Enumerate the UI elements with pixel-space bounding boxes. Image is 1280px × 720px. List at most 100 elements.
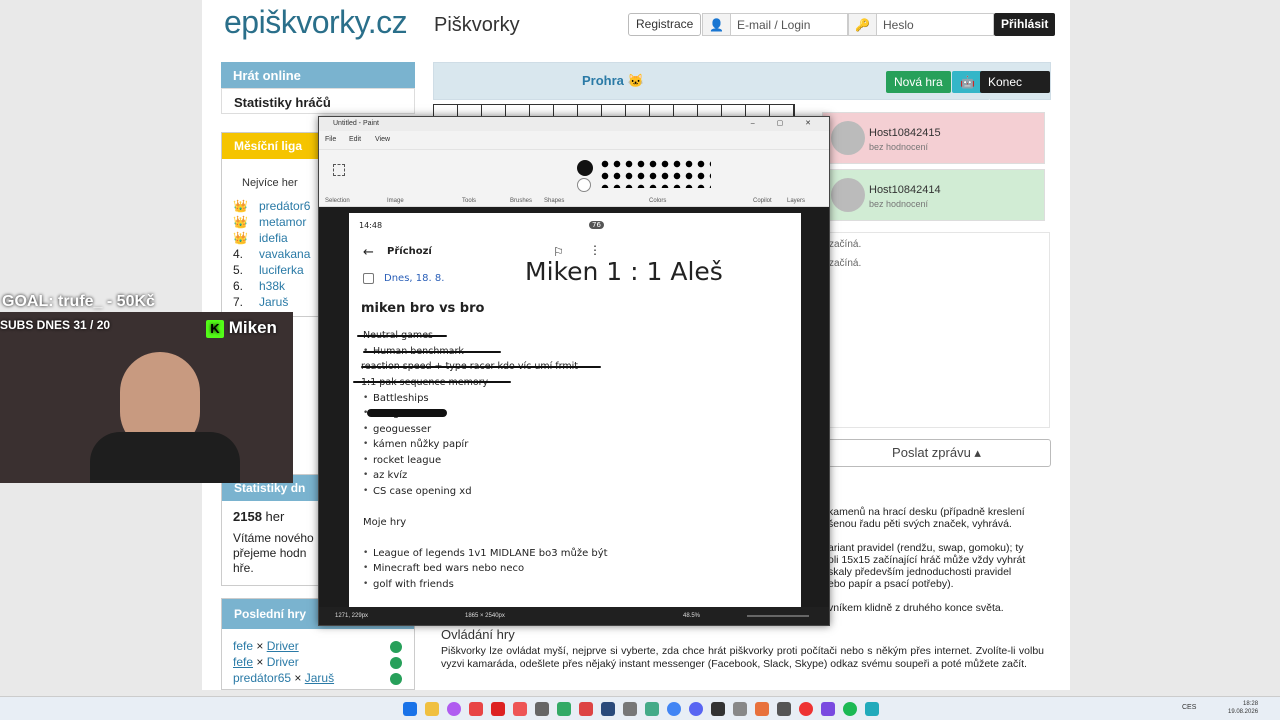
check-icon [390, 673, 402, 685]
note-date: Dnes, 18. 8. [384, 273, 445, 284]
color-palette[interactable] [599, 158, 711, 188]
rules-text: kamenů na hrací desku (případně kreslení… [828, 506, 1026, 614]
app-icon[interactable] [557, 702, 571, 716]
crown-icon: 👑 [233, 199, 248, 213]
check-icon [390, 657, 402, 669]
menu-file[interactable]: File [325, 136, 336, 143]
streamer-body [90, 432, 240, 483]
new-game-button[interactable]: Nová hra [886, 71, 951, 93]
app-icon[interactable] [447, 702, 461, 716]
controls-heading: Ovládání hry [441, 627, 515, 642]
folder-icon[interactable] [425, 702, 439, 716]
section-label: Moje hry [363, 517, 407, 528]
player-card: Host10842414 bez hodnocení [822, 169, 1045, 221]
zoom-slider[interactable] [747, 615, 809, 617]
check-icon [390, 641, 402, 653]
crown-icon: 👑 [233, 215, 248, 229]
clock[interactable]: 18:28 19.08.2026 [1228, 700, 1258, 716]
app-icon[interactable] [755, 702, 769, 716]
league-row[interactable]: 6. h38k [233, 279, 285, 295]
paint-ribbon: Selection Image Tools Brushes Shapes Col… [319, 149, 829, 207]
zoom-level[interactable]: 48.5% [683, 613, 700, 619]
battery-indicator: 76 [589, 221, 604, 229]
ink-strike [357, 335, 447, 337]
color2-swatch[interactable] [577, 178, 591, 192]
password-field[interactable]: 🔑 Heslo [848, 13, 994, 36]
chat-log[interactable]: začíná. začíná. [822, 232, 1050, 428]
goal-overlay: GOAL: trufe_ - 50Kč [2, 293, 155, 310]
paint-window[interactable]: Untitled - Paint – ▢ ✕ File Edit View Se… [318, 116, 830, 626]
paint-titlebar: Untitled - Paint – ▢ ✕ [319, 117, 829, 131]
last-game-row[interactable]: fefe × Driver [233, 655, 299, 671]
kick-icon: K [206, 320, 224, 338]
robot-icon[interactable]: 🤖 [952, 71, 982, 93]
chrome-icon[interactable] [667, 702, 681, 716]
app-icon[interactable] [711, 702, 725, 716]
end-game-button[interactable]: Konec hry [980, 71, 1050, 111]
settings-icon[interactable] [535, 702, 549, 716]
paint-icon[interactable] [865, 702, 879, 716]
discord-icon[interactable] [689, 702, 703, 716]
cat-icon: 🐱 [627, 73, 644, 88]
ink-strike [353, 381, 511, 383]
game-header: Prohra 🐱 Nová hra 🤖 Konec hry [433, 62, 1051, 111]
page-title: Piškvorky [434, 14, 520, 36]
league-row[interactable]: 4. vavakana [233, 247, 310, 263]
nav-stats[interactable]: Statistiky hráčů [221, 88, 415, 114]
note-title: miken bro vs bro [361, 301, 485, 316]
menu-view[interactable]: View [375, 136, 390, 143]
steam-icon[interactable] [601, 702, 615, 716]
subs-overlay: SUBS DNES 31 / 20 [0, 318, 111, 332]
paint-statusbar: 1271, 229px 1865 × 2540px 48.5% [319, 607, 829, 625]
app-icon[interactable] [777, 702, 791, 716]
nav-play-online[interactable]: Hrát online [221, 62, 415, 88]
league-row[interactable]: 7. Jaruš [233, 295, 288, 311]
twitch-icon[interactable] [821, 702, 835, 716]
app-icon[interactable] [799, 702, 813, 716]
app-icon[interactable] [469, 702, 483, 716]
email-field[interactable]: 👤 E-mail / Login [702, 13, 848, 36]
league-row[interactable]: 👑 metamor [233, 215, 306, 231]
spotify-icon[interactable] [843, 702, 857, 716]
app-icon[interactable] [623, 702, 637, 716]
ink-strike [361, 366, 601, 368]
app-icon[interactable] [579, 702, 593, 716]
color1-swatch[interactable] [577, 160, 593, 176]
login-button[interactable]: Přihlásit [994, 13, 1056, 36]
app-icon[interactable] [733, 702, 747, 716]
canvas-size: 1865 × 2540px [465, 613, 505, 619]
last-game-row[interactable]: fefe × Driver [233, 639, 299, 655]
start-icon[interactable] [403, 702, 417, 716]
browser-icon[interactable] [513, 702, 527, 716]
more-icon[interactable]: ⋮ [589, 243, 601, 257]
menu-edit[interactable]: Edit [349, 136, 361, 143]
window-controls[interactable]: – ▢ ✕ [751, 117, 821, 131]
key-icon: 🔑 [849, 14, 877, 35]
games-count: 2158 [233, 509, 262, 524]
league-row[interactable]: 5. luciferka [233, 263, 304, 279]
game-status: Prohra 🐱 [582, 73, 644, 88]
crown-icon: 👑 [233, 231, 248, 245]
site-logo[interactable]: epiškvorky.cz [224, 4, 408, 41]
league-row[interactable]: 👑 idefia [233, 231, 288, 247]
language-indicator[interactable]: CES [1182, 704, 1196, 711]
last-game-row[interactable]: predátor65 × Jaruš [233, 671, 334, 687]
avatar [831, 178, 865, 212]
league-row[interactable]: 👑 predátor6 [233, 199, 310, 215]
paint-menu: File Edit View [319, 131, 829, 149]
selection-icon[interactable] [333, 164, 345, 176]
send-message-button[interactable]: Poslat zprávu ▴ [822, 439, 1051, 467]
user-icon: 👤 [703, 14, 731, 35]
paint-canvas-area[interactable]: 14:48 76 ← Příchozí ⚐ ⋮ Dnes, 18. 8. Mik… [319, 207, 829, 609]
league-subtitle[interactable]: Nejvíce her [242, 177, 298, 189]
back-arrow-icon[interactable]: ← [363, 245, 374, 260]
pasted-phone-screenshot: 14:48 76 ← Příchozí ⚐ ⋮ Dnes, 18. 8. Mik… [349, 213, 801, 607]
controls-text: Piškvorky lze ovládat myší, nejprve si v… [441, 645, 1044, 670]
register-button[interactable]: Registrace [628, 13, 702, 36]
app-icon[interactable] [645, 702, 659, 716]
ink-strike [363, 351, 501, 353]
app-icon[interactable] [491, 702, 505, 716]
taskbar: CES 18:28 19.08.2026 [0, 696, 1280, 720]
channel-badge: K Miken [206, 318, 277, 338]
note-checkbox[interactable] [363, 273, 374, 284]
